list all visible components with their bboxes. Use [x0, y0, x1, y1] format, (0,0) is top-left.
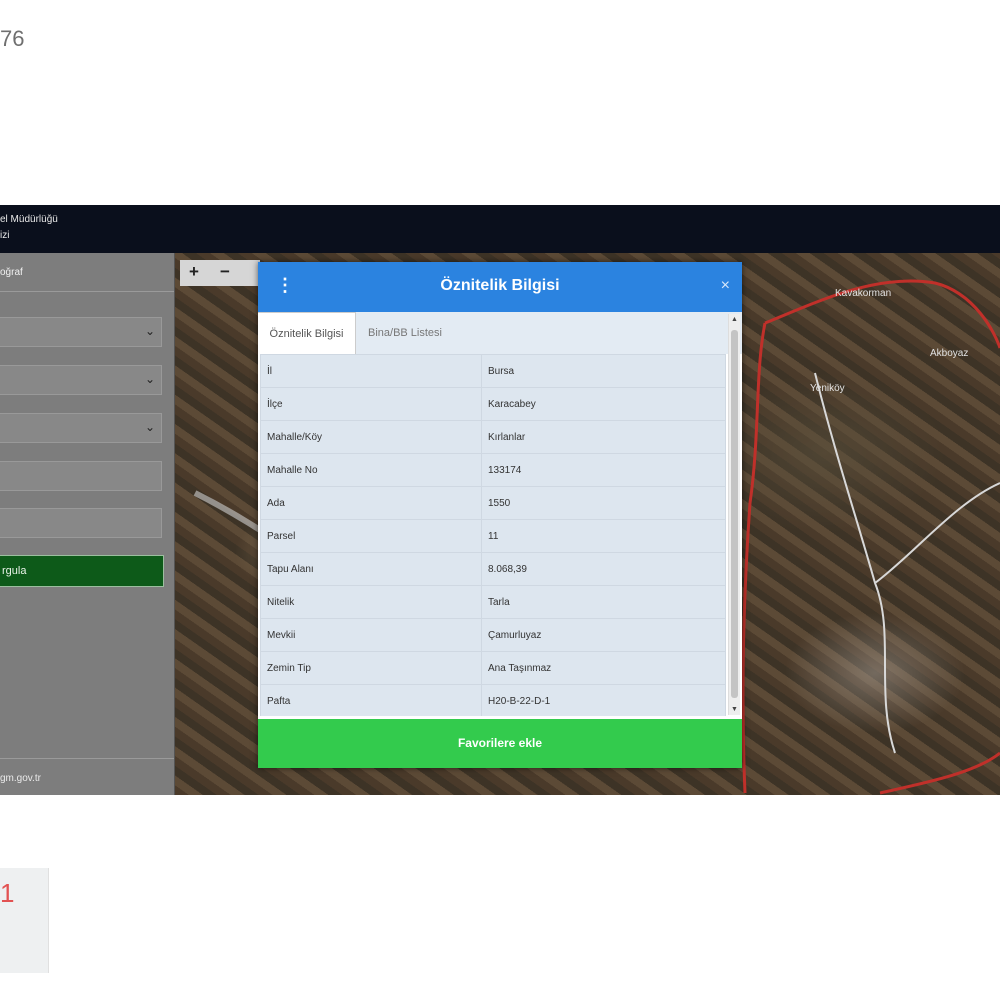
map-place-label: Akboyaz: [930, 348, 969, 359]
footer-link[interactable]: gm.gov.tr: [0, 773, 41, 784]
table-row: Pafta H20-B-22-D-1: [260, 684, 726, 716]
map-place-label: Kavakorman: [835, 288, 892, 299]
scrollbar-thumb[interactable]: [731, 330, 738, 698]
attribute-info-dialog: ⋮ Öznitelik Bilgisi × Öznitelik Bilgisi …: [258, 262, 742, 768]
close-icon[interactable]: ×: [721, 277, 730, 295]
attribute-value: Kırlanlar: [481, 420, 726, 454]
attribute-value: Karacabey: [481, 387, 726, 421]
attribute-key: Mahalle/Köy: [260, 420, 482, 454]
thumbnail-glyph: 1: [0, 878, 15, 908]
attribute-value: 133174: [481, 453, 726, 487]
attribute-key: Nitelik: [260, 585, 482, 619]
attribute-key: Pafta: [260, 684, 482, 716]
chevron-down-icon: ⌄: [144, 420, 155, 434]
attribute-key: Parsel: [260, 519, 482, 553]
chevron-down-icon: ⌄: [144, 324, 155, 338]
neighborhood-select[interactable]: ⌄: [0, 413, 162, 443]
query-button[interactable]: rgula: [0, 555, 164, 587]
table-row: Mahalle No 133174: [260, 453, 726, 487]
attribute-key: İlçe: [260, 387, 482, 421]
province-select[interactable]: ⌄: [0, 317, 162, 347]
table-row: İl Bursa: [260, 354, 726, 388]
district-select[interactable]: ⌄: [0, 365, 162, 395]
attribute-key: Ada: [260, 486, 482, 520]
chevron-down-icon: ⌄: [144, 372, 155, 386]
scroll-down-icon[interactable]: ▼: [731, 706, 738, 713]
divider: [0, 758, 174, 759]
block-input[interactable]: [0, 461, 162, 491]
dialog-header: ⋮ Öznitelik Bilgisi ×: [258, 262, 742, 312]
table-row: Tapu Alanı 8.068,39: [260, 552, 726, 586]
table-row: İlçe Karacabey: [260, 387, 726, 421]
table-row: Mevkii Çamurluyaz: [260, 618, 726, 652]
map-place-label: Yeniköy: [810, 383, 845, 394]
dialog-tabs: Öznitelik Bilgisi Bina/BB Listesi: [258, 312, 742, 355]
zoom-controls: + −: [180, 260, 260, 286]
table-row: Nitelik Tarla: [260, 585, 726, 619]
sidebar-heading: oğraf: [0, 267, 23, 278]
attribute-value: Bursa: [481, 354, 726, 388]
scroll-up-icon[interactable]: ▲: [731, 316, 738, 323]
attribute-key: Mahalle No: [260, 453, 482, 487]
scrollbar[interactable]: ▲ ▼: [728, 314, 740, 715]
sidebar: oğraf ⌄ ⌄ ⌄ rgula gm.gov.tr: [0, 253, 175, 795]
attribute-value: 1550: [481, 486, 726, 520]
table-row: Parsel 11: [260, 519, 726, 553]
dialog-title: Öznitelik Bilgisi: [440, 277, 560, 294]
zoom-out-button[interactable]: −: [220, 262, 230, 282]
page-counter: 76: [0, 26, 25, 51]
attribute-value: H20-B-22-D-1: [481, 684, 726, 716]
table-row: Mahalle/Köy Kırlanlar: [260, 420, 726, 454]
attribute-value: Tarla: [481, 585, 726, 619]
thumbnail-image[interactable]: 1: [0, 868, 49, 973]
add-to-favorites-button[interactable]: Favorilere ekle: [258, 719, 742, 768]
table-row: Zemin Tip Ana Taşınmaz: [260, 651, 726, 685]
attribute-table: İl Bursa İlçe Karacabey Mahalle/Köy Kırlanlar…: [260, 354, 726, 716]
attribute-key: Tapu Alanı: [260, 552, 482, 586]
parcel-input[interactable]: [0, 508, 162, 538]
attribute-value: Ana Taşınmaz: [481, 651, 726, 685]
org-title: el Müdürlüğü: [0, 214, 58, 225]
org-subtitle: izi: [0, 230, 10, 241]
zoom-in-button[interactable]: +: [189, 262, 199, 282]
top-bar: el Müdürlüğü izi: [0, 205, 1000, 253]
divider: [0, 291, 174, 292]
attribute-value: Çamurluyaz: [481, 618, 726, 652]
tab-building-list[interactable]: Bina/BB Listesi: [368, 312, 442, 354]
attribute-value: 8.068,39: [481, 552, 726, 586]
attribute-key: Zemin Tip: [260, 651, 482, 685]
table-row: Ada 1550: [260, 486, 726, 520]
attribute-key: İl: [260, 354, 482, 388]
tab-attribute-info[interactable]: Öznitelik Bilgisi: [258, 312, 356, 355]
attribute-value: 11: [481, 519, 726, 553]
attribute-key: Mevkii: [260, 618, 482, 652]
attribute-table-container: İl Bursa İlçe Karacabey Mahalle/Köy Kırlanlar…: [258, 354, 728, 716]
